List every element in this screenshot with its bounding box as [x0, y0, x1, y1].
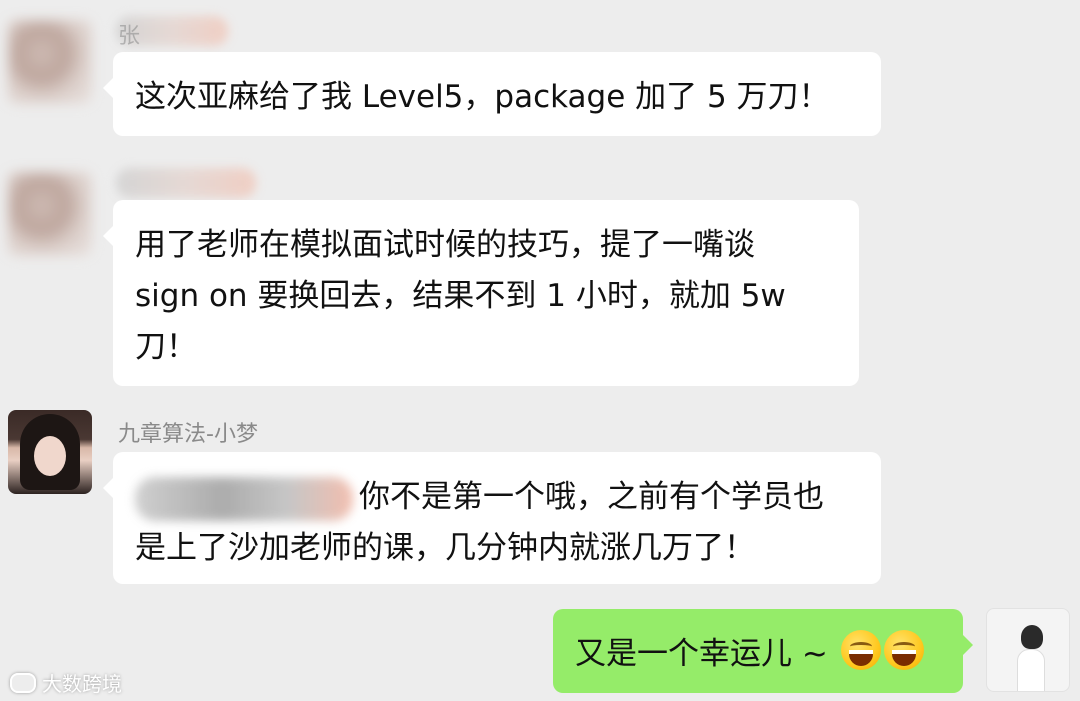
message-line: 你不是第一个哦，之前有个学员也 — [135, 472, 859, 523]
avatar-body — [1017, 649, 1045, 691]
message-text: 你不是第一个哦，之前有个学员也 — [359, 479, 824, 515]
sender-avatar[interactable] — [8, 20, 92, 104]
message-text: 是上了沙加老师的课，几分钟内就涨几万了！ — [135, 530, 755, 566]
message-bubble[interactable]: 你不是第一个哦，之前有个学员也 是上了沙加老师的课，几分钟内就涨几万了！ — [103, 452, 881, 584]
message-text: sign on 要换回去，结果不到 1 小时，就加 5w — [135, 278, 786, 314]
message-text: 这次亚麻给了我 Level5，package 加了 5 万刀！ — [135, 79, 830, 115]
message-text: 又是一个幸运儿 ~ — [575, 636, 838, 672]
message-line: 又是一个幸运儿 ~ — [575, 629, 941, 680]
message-text: 用了老师在模拟面试时候的技巧，提了一嘴谈 — [135, 227, 755, 263]
grinning-face-emoji-icon — [883, 630, 924, 670]
mention-redacted — [135, 476, 353, 521]
sender-avatar[interactable] — [8, 410, 92, 494]
avatar-hair — [1021, 625, 1043, 649]
sender-name-redacted — [116, 168, 256, 198]
self-avatar[interactable] — [986, 608, 1070, 692]
message-bubble-outgoing[interactable]: 又是一个幸运儿 ~ — [553, 609, 973, 693]
grinning-face-emoji-icon — [840, 630, 881, 670]
watermark: 大数跨境 — [10, 668, 122, 697]
sender-name: 九章算法-小梦 — [118, 422, 258, 447]
sender-avatar[interactable] — [8, 172, 92, 256]
watermark-text: 大数跨境 — [42, 672, 122, 696]
avatar-face — [34, 436, 66, 476]
message-bubble[interactable]: 这次亚麻给了我 Level5，package 加了 5 万刀！ — [103, 52, 881, 136]
watermark-logo-icon — [10, 672, 36, 693]
message-bubble[interactable]: 用了老师在模拟面试时候的技巧，提了一嘴谈 sign on 要换回去，结果不到 1… — [103, 200, 859, 386]
message-text: 刀！ — [135, 329, 197, 365]
sender-name: 张 — [118, 24, 141, 49]
